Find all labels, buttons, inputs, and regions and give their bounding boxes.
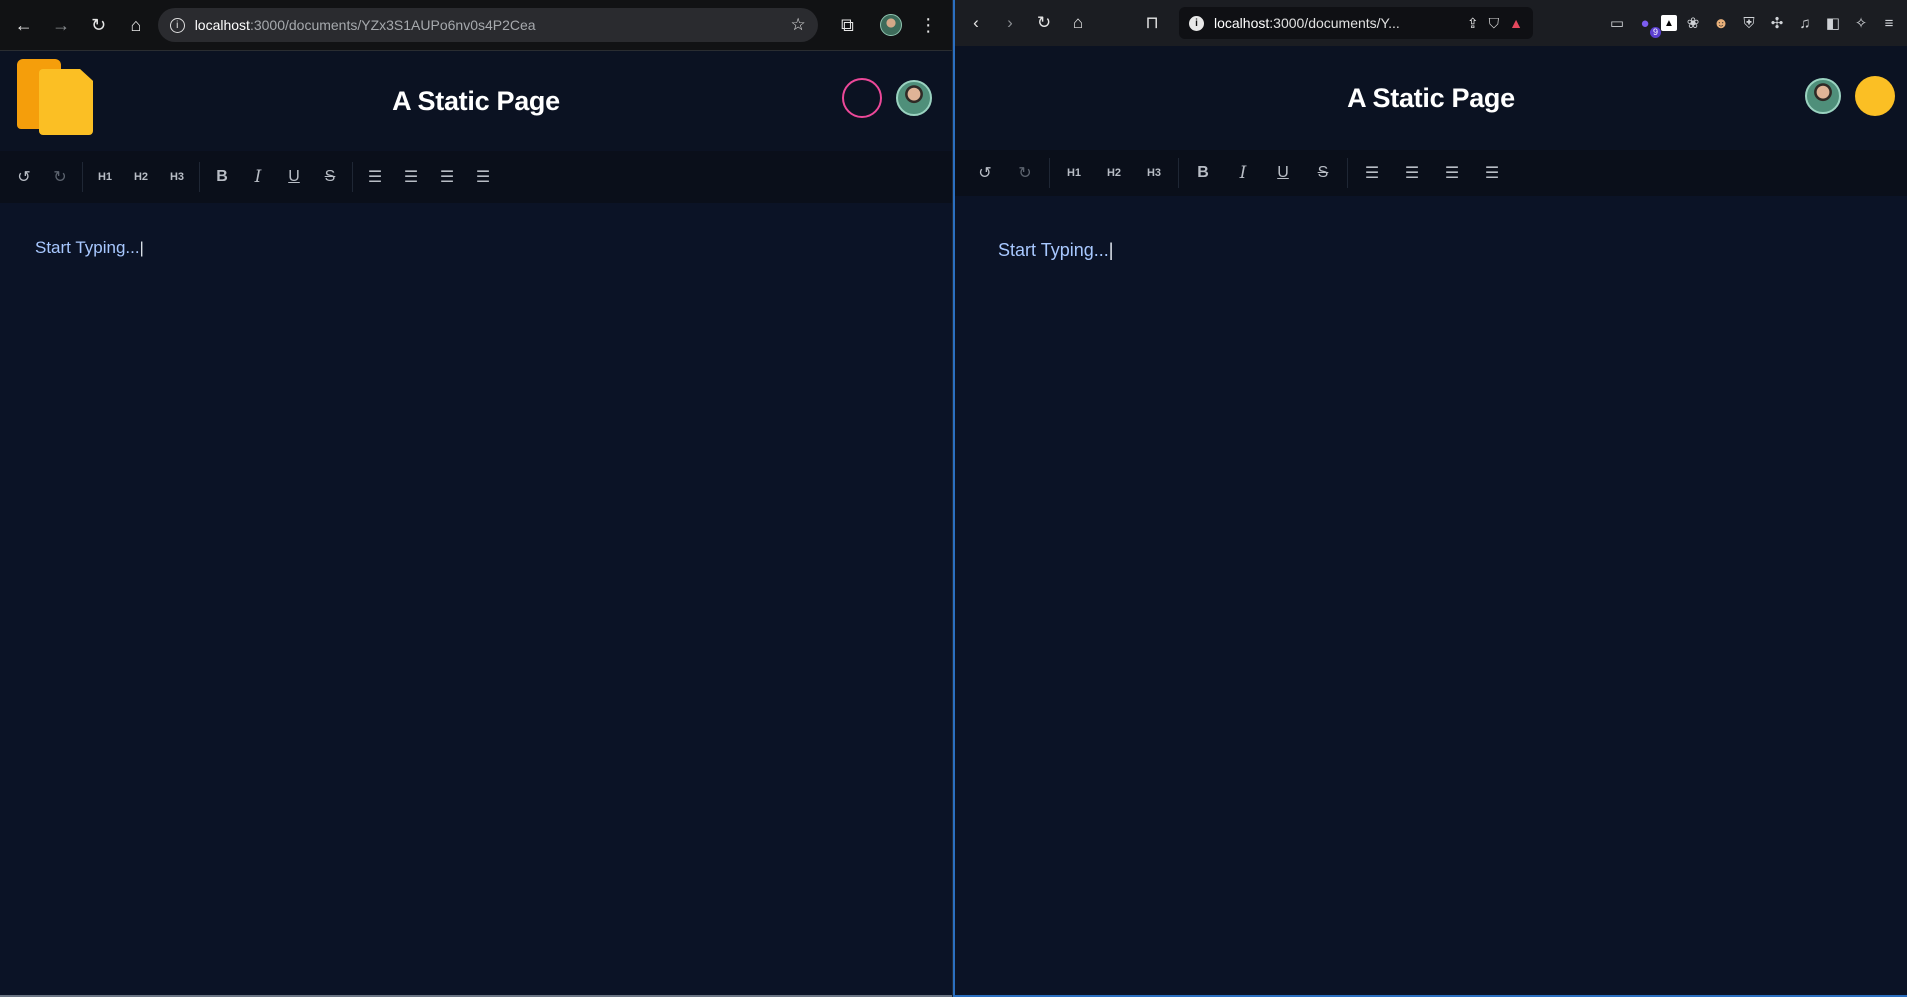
brave-rewards-icon[interactable]: ▲ [1509, 15, 1523, 31]
left-browser-window: ← → ↻ ⌂ i localhost:3000/documents/YZx3S… [0, 0, 953, 997]
app-logo-icon[interactable] [17, 59, 93, 135]
forward-icon[interactable]: → [45, 8, 76, 42]
extension-badge-icon[interactable]: ● 9 [1633, 11, 1661, 38]
editor-toolbar: ↺ ↻ H1 H2 H3 B I U S ☰ ☰ ☰ ☰ [0, 151, 952, 203]
collaborator-ring-icon[interactable] [842, 78, 882, 118]
home-icon[interactable]: ⌂ [120, 8, 151, 42]
heading-3-button[interactable]: H3 [159, 162, 195, 192]
chrome-toolbar: ← → ↻ ⌂ i localhost:3000/documents/YZx3S… [0, 0, 952, 51]
url-path: :3000/documents/Y... [1269, 15, 1400, 31]
menu-kebab-icon[interactable]: ⋮ [913, 8, 944, 42]
profile-avatar-icon[interactable] [875, 8, 906, 42]
brave-shield-icon[interactable]: ⛉ [1489, 15, 1500, 32]
heading-2-button[interactable]: H2 [123, 162, 159, 192]
strikethrough-button[interactable]: S [1303, 158, 1343, 188]
align-right-icon[interactable]: ☰ [1432, 158, 1472, 188]
align-center-icon[interactable]: ☰ [1392, 158, 1432, 188]
app-header: A Static Page [0, 51, 952, 151]
extension-shield-icon[interactable]: ⛨ [1737, 11, 1761, 35]
toolbar-divider [352, 162, 353, 192]
address-bar[interactable]: i localhost:3000/documents/Y... ⇪ ⛉ ▲ [1179, 7, 1533, 39]
reload-icon[interactable]: ↻ [83, 8, 114, 42]
reload-icon[interactable]: ↻ [1029, 8, 1059, 38]
toolbar-divider [1178, 158, 1179, 188]
undo-icon[interactable]: ↺ [965, 158, 1005, 188]
align-center-icon[interactable]: ☰ [393, 162, 429, 192]
share-icon[interactable]: ⇪ [1467, 15, 1479, 32]
editor-placeholder: Start Typing... [998, 240, 1109, 260]
extension-leaf-icon[interactable]: ❀ [1681, 11, 1705, 35]
align-left-icon[interactable]: ☰ [357, 162, 393, 192]
url-host: localhost [1214, 15, 1270, 31]
right-browser-window: ‹ › ↻ ⌂ ⊓ i localhost:3000/documents/Y..… [953, 0, 1907, 997]
bold-button[interactable]: B [204, 162, 240, 192]
text-caret: | [139, 240, 144, 257]
app-header: A Static Page [955, 46, 1907, 150]
toolbar-divider [199, 162, 200, 192]
screen: ← → ↻ ⌂ i localhost:3000/documents/YZx3S… [0, 0, 1907, 997]
extensions-puzzle-icon[interactable]: ✣ [1765, 11, 1789, 35]
align-right-icon[interactable]: ☰ [429, 162, 465, 192]
underline-button[interactable]: U [1263, 158, 1303, 188]
extension-window-icon[interactable]: ▭ [1605, 11, 1629, 35]
strikethrough-button[interactable]: S [312, 162, 348, 192]
editor-area[interactable]: Start Typing...| [955, 196, 1907, 997]
media-music-icon[interactable]: ♫ [1793, 11, 1817, 35]
align-left-icon[interactable]: ☰ [1352, 158, 1392, 188]
collaborators [842, 78, 932, 118]
home-icon[interactable]: ⌂ [1063, 8, 1093, 38]
site-info-icon[interactable]: i [1189, 15, 1204, 31]
text-caret: | [1108, 240, 1114, 260]
heading-2-button[interactable]: H2 [1094, 158, 1134, 188]
collaborator-dot-icon[interactable] [1855, 76, 1895, 116]
extension-badge-count: 9 [1649, 27, 1661, 38]
underline-button[interactable]: U [276, 162, 312, 192]
bookmark-icon[interactable]: ⊓ [1137, 8, 1167, 38]
user-avatar[interactable] [1805, 78, 1841, 114]
extension-face-icon[interactable]: ☻ [1709, 11, 1733, 35]
sidebar-toggle-icon[interactable]: ◧ [1821, 11, 1845, 35]
menu-hamburger-icon[interactable]: ≡ [1877, 11, 1901, 35]
back-icon[interactable]: ‹ [961, 8, 991, 38]
back-icon[interactable]: ← [8, 8, 39, 42]
undo-icon[interactable]: ↺ [6, 162, 42, 192]
editor-area[interactable]: Start Typing...| [0, 203, 952, 997]
url-path: :3000/documents/YZx3S1AUPo6nv0s4P2Cea [249, 17, 536, 33]
editor-toolbar: ↺ ↻ H1 H2 H3 B I U S ☰ ☰ ☰ ☰ [955, 150, 1907, 196]
italic-button[interactable]: I [240, 162, 276, 192]
address-bar[interactable]: i localhost:3000/documents/YZx3S1AUPo6nv… [157, 8, 818, 42]
forward-icon[interactable]: › [995, 8, 1025, 38]
bookmark-star-icon[interactable]: ☆ [790, 15, 805, 35]
bold-button[interactable]: B [1183, 158, 1223, 188]
leo-ai-icon[interactable]: ✧ [1849, 11, 1873, 35]
heading-1-button[interactable]: H1 [87, 162, 123, 192]
url-host: localhost [194, 17, 250, 33]
toolbar-divider [82, 162, 83, 192]
collaborators [1805, 76, 1895, 116]
italic-button[interactable]: I [1223, 158, 1263, 188]
toolbar-divider [1049, 158, 1050, 188]
redo-icon[interactable]: ↻ [1005, 158, 1045, 188]
editor-placeholder: Start Typing... [35, 238, 140, 257]
user-avatar[interactable] [896, 80, 932, 116]
heading-3-button[interactable]: H3 [1134, 158, 1174, 188]
brave-toolbar: ‹ › ↻ ⌂ ⊓ i localhost:3000/documents/Y..… [955, 0, 1907, 46]
page-title: A Static Page [1347, 82, 1515, 113]
site-info-icon[interactable]: i [169, 17, 185, 33]
heading-1-button[interactable]: H1 [1054, 158, 1094, 188]
extensions-icon[interactable]: ⧉ [832, 8, 863, 42]
redo-icon[interactable]: ↻ [42, 162, 78, 192]
page-title: A Static Page [392, 85, 560, 116]
align-justify-icon[interactable]: ☰ [465, 162, 501, 192]
align-justify-icon[interactable]: ☰ [1472, 158, 1512, 188]
extension-triangle-icon[interactable]: ▲ [1661, 15, 1677, 31]
toolbar-divider [1347, 158, 1348, 188]
